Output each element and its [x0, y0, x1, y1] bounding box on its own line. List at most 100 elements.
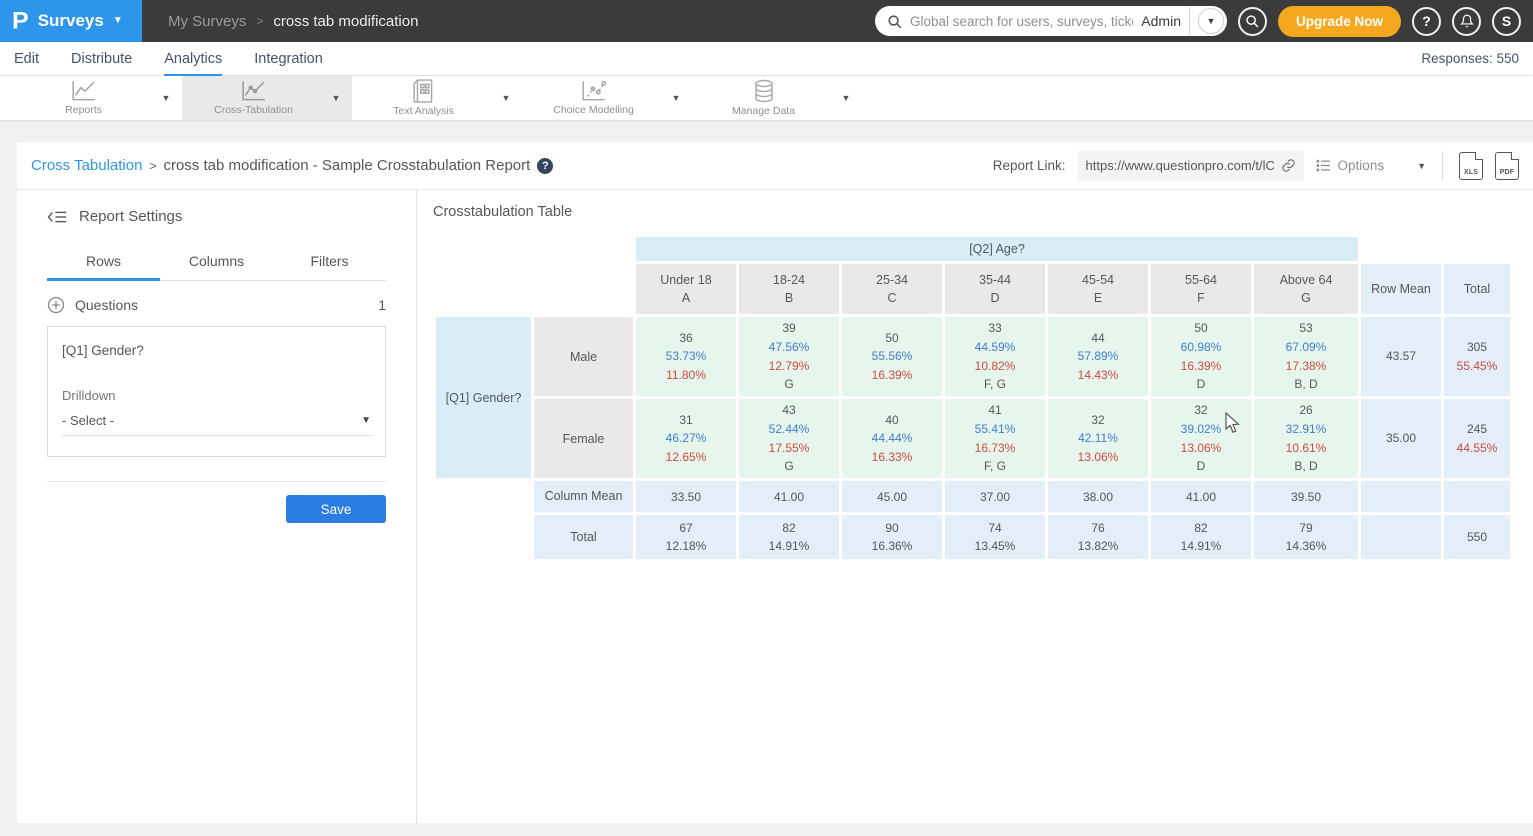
options-button[interactable]: Options ▼: [1316, 158, 1426, 173]
column-mean-cell: 41.00: [1151, 481, 1251, 512]
line-chart-points-icon: [241, 80, 267, 102]
crosstab-data-cell: 4155.41%16.73%F, G: [945, 399, 1045, 478]
column-total-cell: 7613.82%: [1048, 515, 1148, 559]
toolbar-manage-data[interactable]: Manage Data ▼: [692, 76, 862, 120]
crosstab-section: Crosstabulation Table [Q2] Age?Under 18A…: [417, 190, 1533, 823]
toolbar-text-analysis[interactable]: Text Analysis ▼: [352, 76, 522, 120]
toolbar-cross-tabulation[interactable]: Cross-Tabulation ▼: [182, 76, 352, 120]
choice-modelling-dropdown-caret[interactable]: ▼: [672, 93, 681, 103]
crosstab-data-cell: 5060.98%16.39%D: [1151, 317, 1251, 396]
spacer-cell: [436, 237, 531, 261]
link-icon[interactable]: [1281, 158, 1296, 173]
report-title: cross tab modification - Sample Crosstab…: [163, 157, 530, 174]
tab-columns[interactable]: Columns: [160, 245, 273, 281]
bell-icon: [1460, 14, 1474, 28]
notifications-button[interactable]: [1452, 7, 1481, 36]
user-avatar[interactable]: S: [1492, 7, 1521, 36]
xls-icon: XLS: [1460, 169, 1482, 176]
crosstab-data-cell: 3947.56%12.79%G: [739, 317, 839, 396]
report-settings-header: Report Settings: [47, 208, 386, 225]
summary-column-header: Total: [1444, 264, 1510, 314]
breadcrumb-separator: >: [149, 159, 156, 173]
report-settings-title: Report Settings: [79, 208, 182, 225]
export-xls-button[interactable]: XLS: [1459, 152, 1483, 180]
pdf-icon: PDF: [1496, 169, 1518, 176]
divider: [1442, 151, 1443, 181]
row-label-cell: Female: [534, 399, 633, 478]
export-pdf-button[interactable]: PDF: [1495, 152, 1519, 180]
column-header: 18-24B: [739, 264, 839, 314]
toolbar-cross-tabulation-label: Cross-Tabulation: [214, 104, 293, 116]
save-button[interactable]: Save: [286, 495, 386, 523]
chevron-down-icon: ▼: [113, 16, 123, 26]
responses-count: Responses: 550: [1421, 51, 1519, 66]
nav-analytics[interactable]: Analytics: [164, 42, 222, 76]
help-button[interactable]: ?: [1412, 7, 1441, 36]
toolbar-manage-data-label: Manage Data: [732, 105, 795, 117]
toolbar-reports-label: Reports: [65, 104, 102, 116]
row-total-cell: 30555.45%: [1444, 317, 1510, 396]
report-link-input[interactable]: [1086, 158, 1275, 173]
global-search-input[interactable]: [910, 14, 1133, 29]
top-bar: P Surveys ▼ My Surveys > cross tab modif…: [0, 0, 1533, 42]
plus-circle-icon[interactable]: [47, 296, 65, 314]
nav-integration[interactable]: Integration: [254, 42, 323, 76]
chevron-down-icon: ▼: [361, 415, 371, 426]
crosstab-data-cell: 4457.89%14.43%: [1048, 317, 1148, 396]
options-label: Options: [1338, 158, 1385, 173]
column-total-cell: 7914.36%: [1254, 515, 1358, 559]
summary-column-header: Row Mean: [1361, 264, 1441, 314]
column-header: Above 64G: [1254, 264, 1358, 314]
column-header: 35-44D: [945, 264, 1045, 314]
spacer-cell: [1361, 237, 1441, 261]
spacer-cell: [436, 481, 531, 512]
breadcrumb-separator: >: [256, 14, 263, 28]
crosstab-data-cell: 3239.02%13.06%D: [1151, 399, 1251, 478]
crosstab-data-cell: 3242.11%13.06%: [1048, 399, 1148, 478]
empty-summary-cell: [1361, 515, 1441, 559]
empty-summary-cell: [1361, 481, 1441, 512]
search-button[interactable]: [1238, 7, 1267, 36]
collapse-panel-icon[interactable]: [47, 209, 67, 225]
tab-rows[interactable]: Rows: [47, 245, 160, 281]
column-mean-cell: 38.00: [1048, 481, 1148, 512]
spacer-cell: [534, 237, 633, 261]
row-mean-cell: 43.57: [1361, 317, 1441, 396]
nav-edit[interactable]: Edit: [14, 42, 39, 76]
upgrade-now-button[interactable]: Upgrade Now: [1278, 6, 1401, 37]
topbar-breadcrumb: My Surveys > cross tab modification: [168, 13, 418, 30]
tab-filters[interactable]: Filters: [273, 245, 386, 281]
column-mean-cell: 45.00: [842, 481, 942, 512]
crosstab-section-title: Crosstabulation Table: [433, 204, 1517, 220]
divider: [47, 481, 386, 482]
content-card: Cross Tabulation > cross tab modificatio…: [17, 142, 1533, 823]
breadcrumb-survey-name: cross tab modification: [273, 13, 418, 30]
line-chart-icon: [71, 80, 97, 102]
nav-distribute[interactable]: Distribute: [71, 42, 132, 76]
search-scope-admin[interactable]: Admin: [1141, 13, 1181, 29]
column-mean-label: Column Mean: [534, 481, 633, 512]
manage-data-dropdown-caret[interactable]: ▼: [842, 93, 851, 103]
breadcrumb-my-surveys[interactable]: My Surveys: [168, 13, 246, 30]
row-label-cell: Male: [534, 317, 633, 396]
toolbar-choice-modelling[interactable]: Choice Modelling ▼: [522, 76, 692, 120]
surveys-product-switcher[interactable]: P Surveys ▼: [0, 0, 142, 42]
reports-dropdown-caret[interactable]: ▼: [162, 93, 171, 103]
questions-row: Questions 1: [47, 281, 386, 326]
crosstab-data-cell: 3653.73%11.80%: [636, 317, 736, 396]
report-help-icon[interactable]: ?: [537, 158, 553, 174]
column-header: 45-54E: [1048, 264, 1148, 314]
empty-summary-cell: [1444, 481, 1510, 512]
options-dropdown-caret[interactable]: ▼: [1417, 161, 1426, 171]
toolbar-reports[interactable]: Reports ▼: [12, 76, 182, 120]
report-actions: Report Link: Options ▼: [993, 151, 1519, 181]
crosstab-data-cell: 2632.91%10.61%B, D: [1254, 399, 1358, 478]
search-scope-dropdown[interactable]: ▼: [1198, 8, 1224, 34]
crosstab-data-cell: 4044.44%16.33%: [842, 399, 942, 478]
questions-label: Questions: [75, 297, 138, 313]
cross-tabulation-link[interactable]: Cross Tabulation: [31, 157, 142, 174]
text-analysis-dropdown-caret[interactable]: ▼: [502, 93, 511, 103]
drilldown-select[interactable]: - Select - ▼: [62, 413, 371, 436]
cross-tabulation-dropdown-caret[interactable]: ▼: [332, 93, 341, 103]
spacer-cell: [1444, 237, 1510, 261]
